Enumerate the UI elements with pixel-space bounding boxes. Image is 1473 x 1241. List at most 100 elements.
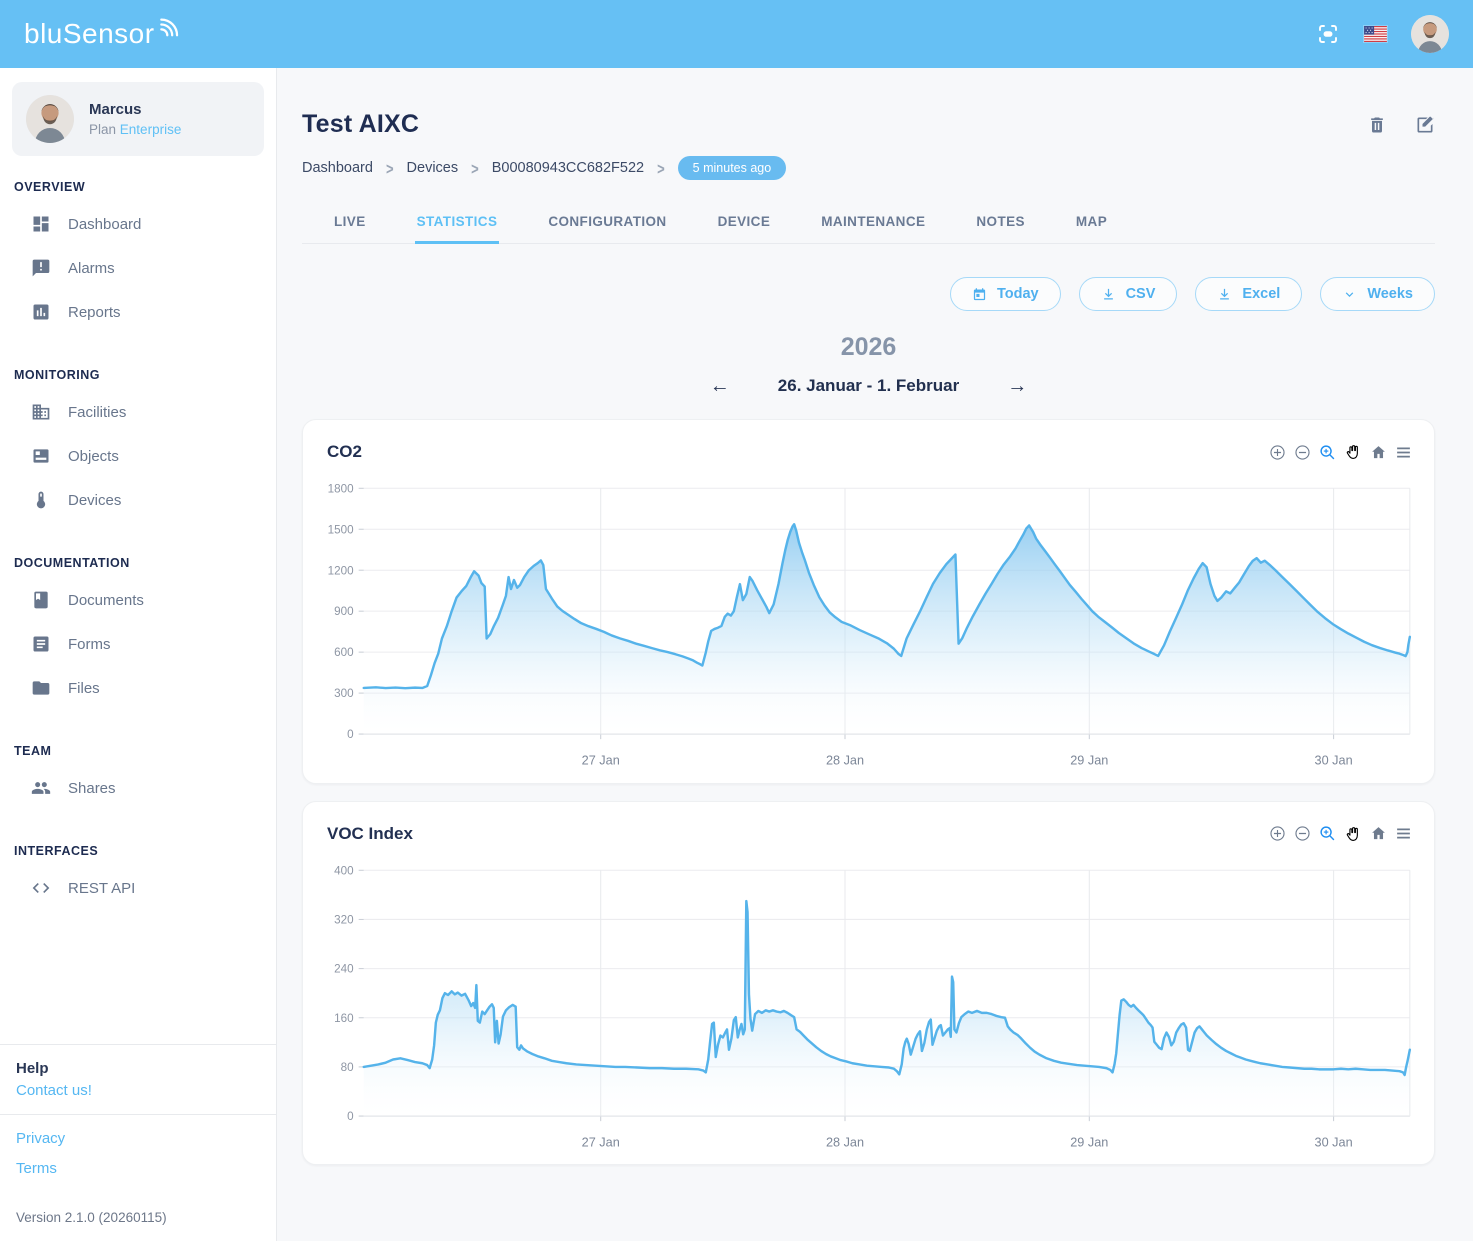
excel-button[interactable]: Excel bbox=[1195, 277, 1302, 311]
chevron-right-icon: > bbox=[471, 158, 479, 178]
zoom-out-icon[interactable] bbox=[1294, 444, 1311, 461]
y-tick-label: 240 bbox=[334, 962, 354, 975]
sidebar-item-label: Objects bbox=[68, 448, 119, 465]
weeks-label: Weeks bbox=[1367, 286, 1413, 302]
y-tick-label: 80 bbox=[341, 1061, 354, 1074]
nav-section-monitoring: MONITORING Facilities Objects Devices bbox=[14, 368, 266, 522]
privacy-link[interactable]: Privacy bbox=[16, 1130, 260, 1147]
chart-title: CO2 bbox=[327, 442, 362, 462]
nav-section-team: TEAM Shares bbox=[14, 744, 266, 810]
tab-maintenance[interactable]: MAINTENANCE bbox=[819, 202, 927, 244]
user-avatar[interactable] bbox=[1411, 15, 1449, 53]
selection-zoom-icon[interactable] bbox=[1319, 825, 1336, 842]
x-tick-label: 30 Jan bbox=[1315, 1135, 1353, 1149]
contact-link[interactable]: Contact us! bbox=[16, 1082, 260, 1099]
y-tick-label: 1200 bbox=[328, 564, 354, 577]
y-tick-label: 1800 bbox=[328, 482, 354, 495]
sidebar-item-reports[interactable]: Reports bbox=[14, 290, 266, 334]
sidebar: Marcus Plan Enterprise OVERVIEW Dashboar… bbox=[0, 68, 277, 1241]
sidebar-item-devices[interactable]: Devices bbox=[14, 478, 266, 522]
version-label: Version 2.1.0 (20260115) bbox=[0, 1192, 276, 1241]
logo[interactable]: bluSensor bbox=[24, 14, 183, 54]
sidebar-item-rest-api[interactable]: REST API bbox=[14, 866, 266, 910]
section-title: INTERFACES bbox=[14, 844, 266, 858]
sidebar-item-alarms[interactable]: Alarms bbox=[14, 246, 266, 290]
zoom-in-icon[interactable] bbox=[1269, 444, 1286, 461]
prev-week-arrow[interactable]: ← bbox=[710, 376, 730, 396]
nav-section-documentation: DOCUMENTATION Documents Forms Files bbox=[14, 556, 266, 710]
sidebar-nav: OVERVIEW Dashboard Alarms Reports MONITO… bbox=[0, 156, 276, 910]
year-label: 2026 bbox=[302, 333, 1435, 362]
legal-block: Privacy Terms bbox=[0, 1114, 276, 1192]
nav-section-overview: OVERVIEW Dashboard Alarms Reports bbox=[14, 180, 266, 334]
chevron-right-icon: > bbox=[657, 158, 665, 178]
sidebar-item-dashboard[interactable]: Dashboard bbox=[14, 202, 266, 246]
sidebar-item-label: Forms bbox=[68, 636, 111, 653]
section-title: OVERVIEW bbox=[14, 180, 266, 194]
weeks-dropdown[interactable]: Weeks bbox=[1320, 277, 1435, 311]
x-tick-label: 29 Jan bbox=[1070, 754, 1108, 768]
breadcrumb-devices[interactable]: Devices bbox=[407, 160, 459, 176]
sidebar-item-label: REST API bbox=[68, 880, 135, 897]
tab-configuration[interactable]: CONFIGURATION bbox=[546, 202, 668, 244]
page-title: Test AIXC bbox=[302, 110, 419, 139]
sidebar-item-files[interactable]: Files bbox=[14, 666, 266, 710]
zoom-out-icon[interactable] bbox=[1294, 825, 1311, 842]
excel-label: Excel bbox=[1242, 286, 1280, 302]
topbar-actions bbox=[1316, 15, 1449, 53]
breadcrumb-device-id[interactable]: B00080943CC682F522 bbox=[492, 160, 644, 176]
breadcrumb-dashboard[interactable]: Dashboard bbox=[302, 160, 373, 176]
sidebar-item-objects[interactable]: Objects bbox=[14, 434, 266, 478]
download-icon bbox=[1217, 287, 1232, 302]
user-plan: Plan Enterprise bbox=[89, 122, 181, 137]
next-week-arrow[interactable]: → bbox=[1007, 376, 1027, 396]
pan-icon[interactable] bbox=[1344, 825, 1362, 843]
sidebar-item-documents[interactable]: Documents bbox=[14, 578, 266, 622]
tab-live[interactable]: LIVE bbox=[332, 202, 368, 244]
chart-toolbar bbox=[1269, 825, 1412, 843]
menu-icon[interactable] bbox=[1395, 444, 1412, 461]
home-icon[interactable] bbox=[1370, 444, 1387, 461]
home-icon[interactable] bbox=[1370, 825, 1387, 842]
shares-icon bbox=[31, 778, 51, 798]
sidebar-item-label: Devices bbox=[68, 492, 121, 509]
reports-icon bbox=[31, 302, 51, 322]
plan-label: Plan bbox=[89, 122, 116, 137]
fullscreen-icon[interactable] bbox=[1316, 22, 1340, 46]
x-tick-label: 29 Jan bbox=[1070, 1135, 1108, 1149]
delete-icon[interactable] bbox=[1367, 115, 1387, 135]
selection-zoom-icon[interactable] bbox=[1319, 444, 1336, 461]
voc-chart[interactable]: 08016024032040027 Jan28 Jan29 Jan30 Jan bbox=[317, 852, 1420, 1159]
pan-icon[interactable] bbox=[1344, 443, 1362, 461]
tab-statistics[interactable]: STATISTICS bbox=[415, 202, 500, 244]
x-tick-label: 28 Jan bbox=[826, 1135, 864, 1149]
edit-icon[interactable] bbox=[1415, 115, 1435, 135]
x-tick-label: 28 Jan bbox=[826, 754, 864, 768]
terms-link[interactable]: Terms bbox=[16, 1160, 260, 1177]
voc-card-header: VOC Index bbox=[317, 818, 1420, 846]
section-title: TEAM bbox=[14, 744, 266, 758]
y-tick-label: 600 bbox=[334, 646, 354, 659]
tab-device[interactable]: DEVICE bbox=[716, 202, 773, 244]
co2-plot: 030060090012001500180027 Jan28 Jan29 Jan… bbox=[317, 470, 1420, 777]
y-tick-label: 900 bbox=[334, 605, 354, 618]
sidebar-item-shares[interactable]: Shares bbox=[14, 766, 266, 810]
co2-chart[interactable]: 030060090012001500180027 Jan28 Jan29 Jan… bbox=[317, 470, 1420, 777]
user-name: Marcus bbox=[89, 101, 181, 118]
date-navigation: ← 26. Januar - 1. Februar → bbox=[302, 376, 1435, 396]
rest-api-icon bbox=[31, 878, 51, 898]
csv-button[interactable]: CSV bbox=[1079, 277, 1178, 311]
user-info: Marcus Plan Enterprise bbox=[89, 101, 181, 137]
help-title: Help bbox=[16, 1060, 260, 1077]
us-flag-icon[interactable] bbox=[1364, 26, 1387, 42]
zoom-in-icon[interactable] bbox=[1269, 825, 1286, 842]
menu-icon[interactable] bbox=[1395, 825, 1412, 842]
chevron-down-icon bbox=[1342, 287, 1357, 302]
today-label: Today bbox=[997, 286, 1039, 302]
tab-map[interactable]: MAP bbox=[1074, 202, 1109, 244]
sidebar-item-facilities[interactable]: Facilities bbox=[14, 390, 266, 434]
sidebar-item-forms[interactable]: Forms bbox=[14, 622, 266, 666]
tab-notes[interactable]: NOTES bbox=[974, 202, 1027, 244]
today-button[interactable]: Today bbox=[950, 277, 1061, 311]
user-card[interactable]: Marcus Plan Enterprise bbox=[12, 82, 264, 156]
